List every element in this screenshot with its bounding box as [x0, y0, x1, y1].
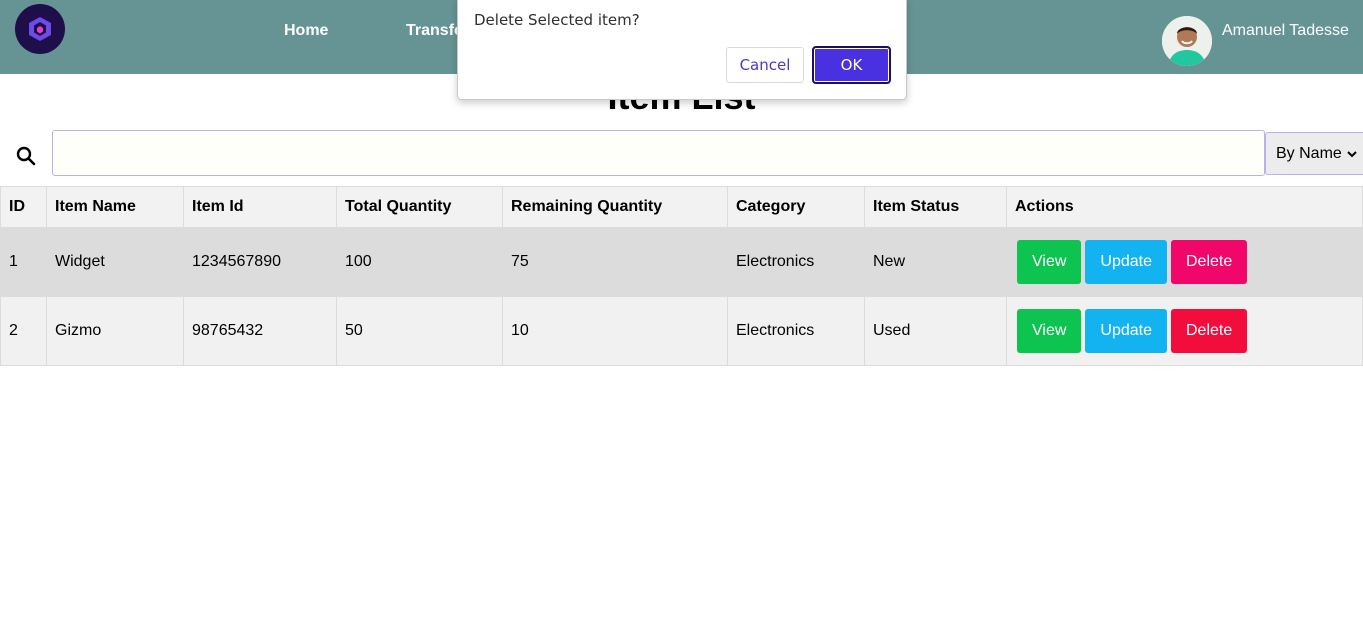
header-category: Category — [727, 186, 865, 228]
cell-item-id: 1234567890 — [183, 227, 337, 297]
cell-category: Electronics — [727, 227, 865, 297]
header-item-status: Item Status — [864, 186, 1007, 228]
header-id: ID — [0, 186, 47, 228]
update-button[interactable]: Update — [1085, 309, 1167, 353]
chevron-down-icon — [1347, 150, 1357, 157]
cell-item-name: Widget — [46, 227, 184, 297]
view-button[interactable]: View — [1017, 240, 1082, 284]
header-remaining-quantity: Remaining Quantity — [502, 186, 728, 228]
delete-button[interactable]: Delete — [1170, 240, 1248, 284]
table-row: 1 Widget 1234567890 100 75 Electronics N… — [0, 227, 1363, 297]
delete-button[interactable]: Delete — [1170, 309, 1248, 353]
cell-item-id: 98765432 — [183, 296, 337, 366]
search-icon — [16, 146, 36, 166]
confirm-dialog: Delete Selected item? Cancel OK — [457, 0, 907, 100]
table-header-row: ID Item Name Item Id Total Quantity Rema… — [0, 186, 1363, 228]
header-total-quantity: Total Quantity — [336, 186, 503, 228]
view-button[interactable]: View — [1017, 309, 1082, 353]
cell-remaining-quantity: 75 — [502, 227, 728, 297]
user-name[interactable]: Amanuel Tadesse — [1222, 22, 1349, 40]
sort-select-value: By Name — [1276, 144, 1342, 162]
cell-remaining-quantity: 10 — [502, 296, 728, 366]
sort-select[interactable]: By Name — [1265, 132, 1363, 175]
cell-id: 2 — [0, 296, 47, 366]
table-row: 2 Gizmo 98765432 50 10 Electronics Used … — [0, 296, 1363, 366]
header-item-id: Item Id — [183, 186, 337, 228]
cell-item-name: Gizmo — [46, 296, 184, 366]
cell-actions: View Update Delete — [1006, 296, 1363, 366]
cancel-button[interactable]: Cancel — [726, 47, 804, 83]
cell-total-quantity: 100 — [336, 227, 503, 297]
ok-button[interactable]: OK — [812, 46, 891, 84]
cell-item-status: New — [864, 227, 1007, 297]
cell-total-quantity: 50 — [336, 296, 503, 366]
cell-actions: View Update Delete — [1006, 227, 1363, 297]
header-actions: Actions — [1006, 186, 1363, 228]
cell-id: 1 — [0, 227, 47, 297]
dialog-message: Delete Selected item? — [474, 11, 640, 29]
header-item-name: Item Name — [46, 186, 184, 228]
cell-item-status: Used — [864, 296, 1007, 366]
search-input[interactable] — [52, 130, 1265, 176]
app-logo-icon[interactable] — [15, 4, 65, 54]
user-avatar[interactable] — [1162, 16, 1212, 66]
update-button[interactable]: Update — [1085, 240, 1167, 284]
items-table: ID Item Name Item Id Total Quantity Rema… — [0, 186, 1363, 366]
nav-home-link[interactable]: Home — [284, 22, 328, 40]
cell-category: Electronics — [727, 296, 865, 366]
